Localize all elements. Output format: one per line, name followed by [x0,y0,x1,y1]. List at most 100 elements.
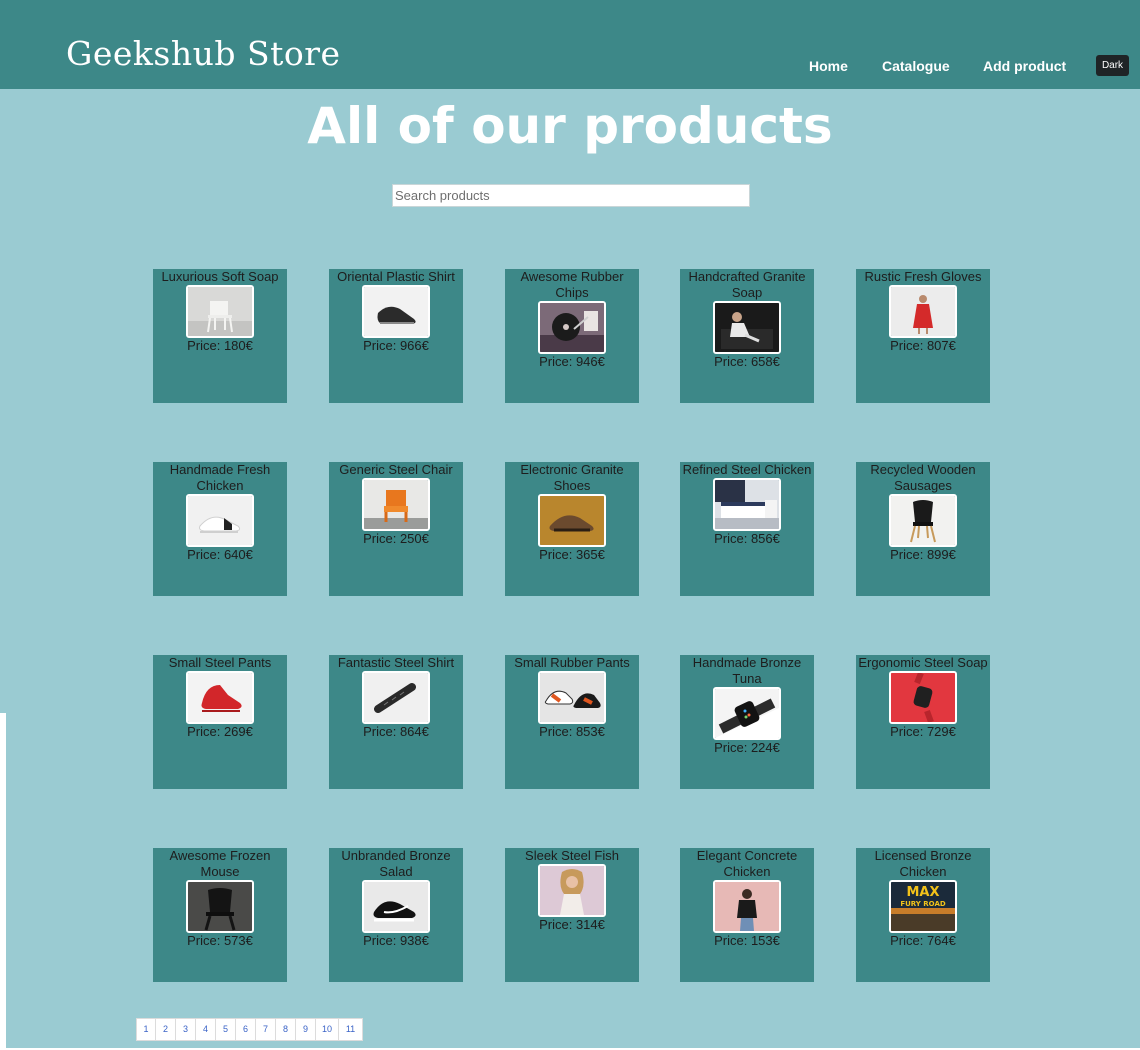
svg-text:FURY ROAD: FURY ROAD [900,900,946,908]
pagination: 1 2 3 4 5 6 7 8 9 10 11 [136,1018,363,1041]
product-image[interactable] [186,880,254,933]
product-image[interactable] [889,285,957,338]
product-name: Handmade Bronze Tuna [692,655,802,686]
product-card[interactable]: Handmade Fresh Chicken Price: 640€ [153,462,287,596]
product-price: Price: 658€ [714,354,780,369]
page-link[interactable]: 1 [137,1019,156,1040]
product-name: Fantastic Steel Shirt [337,655,455,670]
page-link[interactable]: 8 [276,1019,296,1040]
product-card[interactable]: Sleek Steel Fish Price: 314€ [505,848,639,982]
product-card[interactable]: Licensed Bronze Chicken MAX FURY ROAD Price… [856,848,990,982]
product-image[interactable] [186,671,254,724]
product-card[interactable]: Refined Steel Chicken Price: 856€ [680,462,814,596]
product-card[interactable]: Elegant Concrete Chicken Price: 153€ [680,848,814,982]
product-price: Price: 573€ [187,933,253,948]
product-price: Price: 899€ [890,547,956,562]
product-card[interactable]: Awesome Rubber Chips Price: 946€ [505,269,639,403]
product-price: Price: 938€ [363,933,429,948]
search-input[interactable] [392,184,750,207]
product-card[interactable]: Recycled Wooden Sausages Price: 899€ [856,462,990,596]
product-image[interactable] [362,671,430,724]
product-price: Price: 224€ [714,740,780,755]
product-name: Oriental Plastic Shirt [337,269,455,284]
product-image[interactable] [362,285,430,338]
product-name: Generic Steel Chair [339,462,453,477]
product-name: Handcrafted Granite Soap [688,269,806,300]
product-image[interactable] [186,285,254,338]
product-card[interactable]: Small Steel Pants Price: 269€ [153,655,287,789]
page-link[interactable]: 3 [176,1019,196,1040]
product-card[interactable]: Generic Steel Chair Price: 250€ [329,462,463,596]
page-link[interactable]: 5 [216,1019,236,1040]
product-card[interactable]: Small Rubber Pants Price: 853€ [505,655,639,789]
page-title: All of our products [307,97,833,155]
product-image[interactable] [713,880,781,933]
product-card[interactable]: Ergonomic Steel Soap Price: 729€ [856,655,990,789]
product-name: Electronic Granite Shoes [520,462,624,493]
product-image[interactable] [889,494,957,547]
product-image[interactable] [538,671,606,724]
product-name: Licensed Bronze Chicken [874,848,972,879]
product-image[interactable] [538,494,606,547]
product-image[interactable] [362,880,430,933]
product-card[interactable]: Oriental Plastic Shirt Price: 966€ [329,269,463,403]
product-name: Ergonomic Steel Soap [858,655,988,670]
svg-text:MAX: MAX [906,885,939,900]
page-link[interactable]: 9 [296,1019,316,1040]
product-price: Price: 314€ [539,917,605,932]
page-link[interactable]: 6 [236,1019,256,1040]
product-image[interactable] [713,687,781,740]
product-price: Price: 856€ [714,531,780,546]
nav-catalogue-link[interactable]: Catalogue [882,58,950,74]
product-image[interactable] [713,301,781,354]
page-link[interactable]: 10 [316,1019,339,1040]
product-price: Price: 180€ [187,338,253,353]
product-name: Sleek Steel Fish [525,848,619,863]
product-price: Price: 250€ [363,531,429,546]
product-image[interactable] [362,478,430,531]
product-name: Handmade Fresh Chicken [169,462,271,493]
page-link[interactable]: 2 [156,1019,176,1040]
product-price: Price: 946€ [539,354,605,369]
product-price: Price: 269€ [187,724,253,739]
product-card[interactable]: Awesome Frozen Mouse Price: 573€ [153,848,287,982]
product-card[interactable]: Handmade Bronze Tuna Price: 224€ [680,655,814,789]
product-price: Price: 153€ [714,933,780,948]
product-name: Small Steel Pants [168,655,272,670]
product-price: Price: 764€ [890,933,956,948]
product-image[interactable] [538,301,606,354]
product-card[interactable]: Unbranded Bronze Salad Price: 938€ [329,848,463,982]
product-name: Unbranded Bronze Salad [341,848,451,879]
product-image[interactable] [713,478,781,531]
product-name: Small Rubber Pants [514,655,630,670]
product-name: Awesome Frozen Mouse [169,848,271,879]
page-link[interactable]: 7 [256,1019,276,1040]
product-image[interactable] [186,494,254,547]
product-price: Price: 640€ [187,547,253,562]
page-link[interactable]: 4 [196,1019,216,1040]
product-card[interactable]: Electronic Granite Shoes Price: 365€ [505,462,639,596]
dark-mode-button[interactable]: Dark [1096,55,1129,76]
nav-add-product-link[interactable]: Add product [983,58,1066,74]
product-name: Recycled Wooden Sausages [870,462,976,493]
product-name: Elegant Concrete Chicken [696,848,798,879]
product-card[interactable]: Fantastic Steel Shirt Price: 864€ [329,655,463,789]
nav-home-link[interactable]: Home [809,58,848,74]
product-card[interactable]: Luxurious Soft Soap Price: 180€ [153,269,287,403]
product-card[interactable]: Handcrafted Granite Soap Price: 658€ [680,269,814,403]
product-image[interactable] [889,671,957,724]
product-price: Price: 807€ [890,338,956,353]
product-name: Luxurious Soft Soap [161,269,279,284]
product-card[interactable]: Rustic Fresh Gloves Price: 807€ [856,269,990,403]
product-name: Refined Steel Chicken [682,462,812,477]
product-name: Rustic Fresh Gloves [864,269,982,284]
product-name: Awesome Rubber Chips [520,269,624,300]
site-header: Geekshub Store Home Catalogue Add produc… [0,0,1140,89]
product-price: Price: 853€ [539,724,605,739]
product-image[interactable] [538,864,606,917]
product-price: Price: 729€ [890,724,956,739]
store-logo[interactable]: Geekshub Store [66,34,341,74]
page-link[interactable]: 11 [339,1019,362,1040]
product-image[interactable]: MAX FURY ROAD [889,880,957,933]
product-price: Price: 864€ [363,724,429,739]
